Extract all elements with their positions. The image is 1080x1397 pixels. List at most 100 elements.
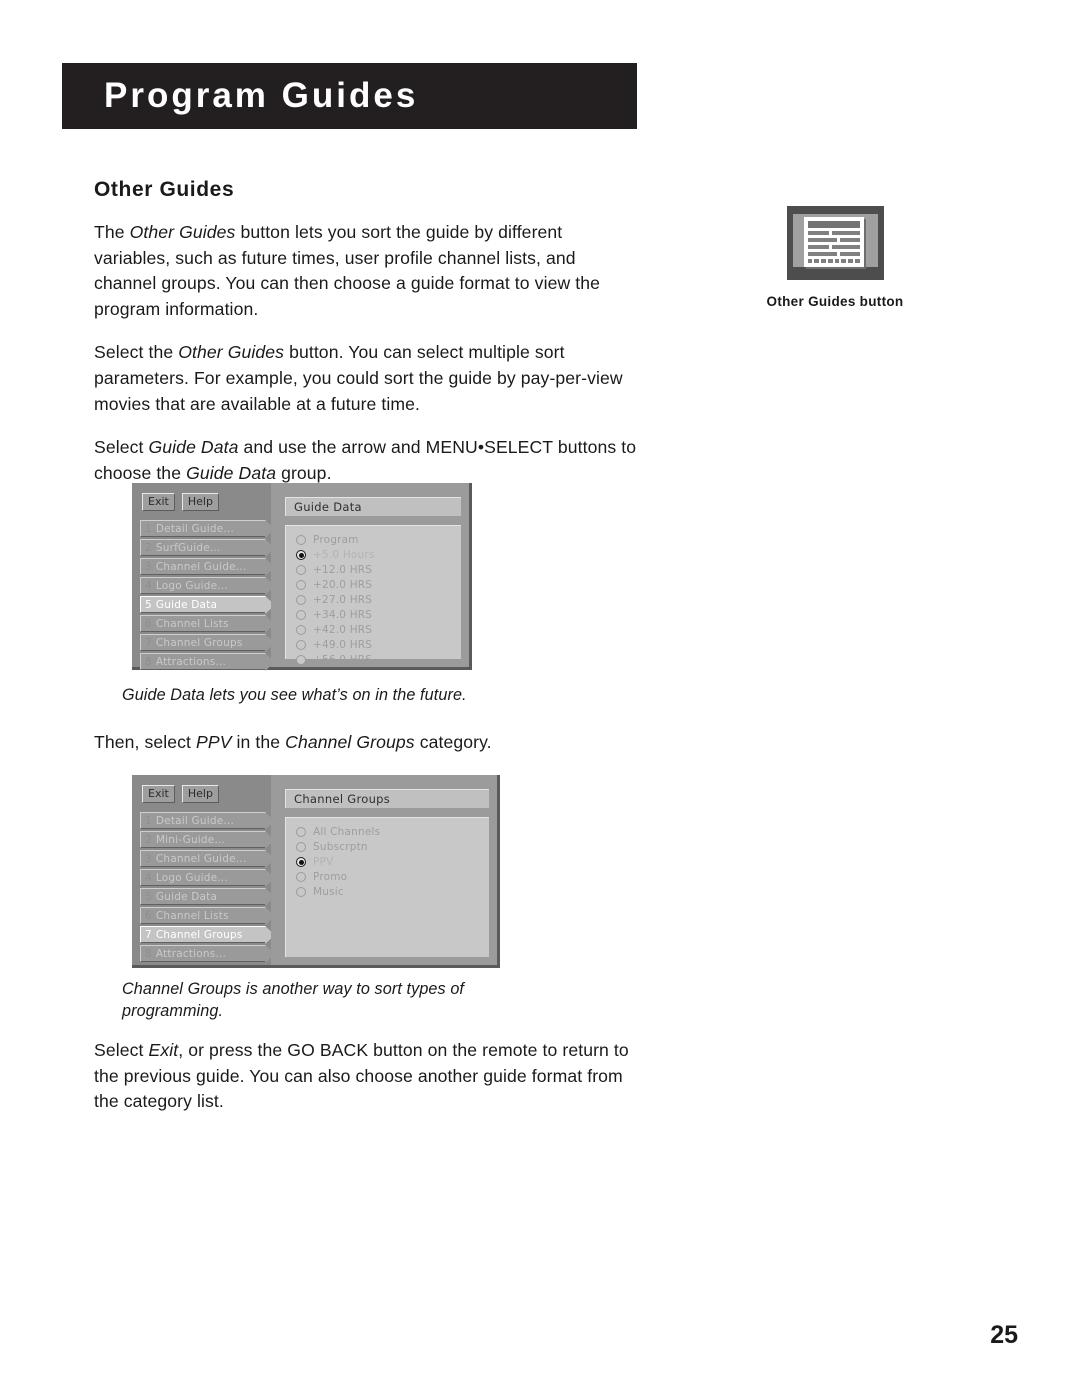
- radio-unselected-icon[interactable]: [296, 655, 306, 666]
- tv-menu-item-label: Guide Data: [155, 598, 218, 611]
- p5-text-a: Select: [94, 1040, 149, 1060]
- tv-menu-item-attractions[interactable]: 8 Attractions...: [140, 653, 275, 671]
- tv-menu-item-channel-lists[interactable]: 6 Channel Lists: [140, 615, 275, 633]
- tv-menu-item-label: Channel Lists: [155, 909, 229, 922]
- page-number: 25: [990, 1321, 1018, 1349]
- tv-menu-item-label: Attractions...: [155, 655, 227, 668]
- tv-menu-item-logo-guide[interactable]: 4 Logo Guide...: [140, 869, 275, 887]
- tv-menu-item-detail-guide[interactable]: 1 Detail Guide...: [140, 812, 275, 830]
- paragraph-1: The Other Guides button lets you sort th…: [94, 220, 639, 322]
- icon-dot-row: [807, 259, 860, 263]
- tv-radio-option[interactable]: +20.0 HRS: [296, 578, 461, 593]
- tv-menu-item-channel-groups[interactable]: 7 Channel Groups: [140, 634, 275, 652]
- tv-radio-option[interactable]: Promo: [296, 870, 489, 885]
- p1-emphasis: Other Guides: [129, 222, 236, 242]
- p3-emphasis-2: Guide Data: [186, 462, 277, 483]
- tv-menu-item-channel-guide[interactable]: 3 Channel Guide...: [140, 558, 275, 576]
- tv-menu-item-number: 4: [145, 871, 152, 884]
- p2-text-a: Select the: [94, 342, 179, 363]
- tv-menu-item-channel-groups[interactable]: 7 Channel Groups: [140, 926, 275, 944]
- radio-selected-icon[interactable]: [296, 857, 306, 868]
- tv-topbar: Exit Help: [142, 785, 219, 803]
- tv-menu-item-number: 5: [145, 890, 152, 903]
- tv-menu-item-guide-data[interactable]: 5 Guide Data: [140, 888, 275, 906]
- screenshot-channel-groups-menu: Exit Help 1 Detail Guide... 2 Mini-Guide...…: [132, 775, 500, 968]
- tv-radio-option[interactable]: All Channels: [296, 825, 489, 840]
- icon-caption: Other Guides button: [766, 294, 904, 309]
- radio-unselected-icon[interactable]: [296, 595, 306, 606]
- tv-menu-item-label: Guide Data: [155, 890, 218, 903]
- tv-menu-item-label: Channel Groups: [155, 928, 243, 941]
- tv-menu-item-mini-guide[interactable]: 2 Mini-Guide...: [140, 831, 275, 849]
- tv-radio-option[interactable]: Program: [296, 533, 461, 548]
- tv-menu-item-surfguide[interactable]: 2 SurfGuide...: [140, 539, 275, 557]
- tv-menu-item-number: 2: [145, 541, 152, 554]
- tv-radio-option-label: +49.0 HRS: [313, 639, 373, 652]
- tv-radio-option[interactable]: PPV: [296, 855, 489, 870]
- tv-menu-item-label: Channel Lists: [155, 617, 229, 630]
- tv-right-pane: Guide Data Program +5.0 Hours +12.0 HRS +20…: [271, 483, 469, 667]
- tv-radio-option[interactable]: +12.0 HRS: [296, 563, 461, 578]
- radio-unselected-icon[interactable]: [296, 625, 306, 636]
- tv-menu-item-number: 1: [145, 522, 152, 535]
- tv-radio-option[interactable]: +27.0 HRS: [296, 593, 461, 608]
- tv-radio-option-label: +27.0 HRS: [313, 594, 373, 607]
- paragraph-5: Select Exit, or press the GO BACK button…: [94, 1038, 639, 1115]
- tv-radio-option[interactable]: +49.0 HRS: [296, 638, 461, 653]
- icon-bar: [839, 252, 860, 256]
- exit-button[interactable]: Exit: [142, 493, 175, 511]
- tv-radio-option[interactable]: Music: [296, 885, 489, 900]
- tv-radio-option[interactable]: +34.0 HRS: [296, 608, 461, 623]
- icon-bar: [807, 221, 860, 228]
- tv-menu-item-label: Mini-Guide...: [155, 833, 226, 846]
- tv-radio-option[interactable]: +42.0 HRS: [296, 623, 461, 638]
- icon-dot: [814, 259, 819, 263]
- exit-button[interactable]: Exit: [142, 785, 175, 803]
- radio-unselected-icon[interactable]: [296, 610, 306, 621]
- icon-bar: [831, 245, 860, 249]
- tv-menu-item-number: 6: [145, 617, 152, 630]
- tv-topbar: Exit Help: [142, 493, 219, 511]
- p4-text-a: Then, select: [94, 732, 197, 752]
- p4-emphasis-2: Channel Groups: [285, 732, 415, 752]
- tv-left-pane: Exit Help 1 Detail Guide... 2 Mini-Guide...…: [132, 775, 275, 965]
- radio-selected-icon[interactable]: [296, 550, 306, 561]
- tv-menu-item-label: Logo Guide...: [155, 579, 228, 592]
- radio-unselected-icon[interactable]: [296, 842, 306, 853]
- tv-radio-option-label: PPV: [313, 856, 334, 869]
- tv-menu-item-label: Logo Guide...: [155, 871, 228, 884]
- tv-radio-option-label: +12.0 HRS: [313, 564, 373, 577]
- tv-menu-item-number: 7: [145, 636, 152, 649]
- tv-menu-item-number: 2: [145, 833, 152, 846]
- tv-menu-item-number: 8: [145, 947, 152, 960]
- radio-unselected-icon[interactable]: [296, 640, 306, 651]
- other-guides-button-callout: Other Guides button: [735, 206, 935, 309]
- tv-radio-option[interactable]: Subscrptn: [296, 840, 489, 855]
- tv-menu-item-attractions[interactable]: 8 Attractions...: [140, 945, 275, 963]
- tv-radio-option-label: +56.0 HRS: [313, 654, 373, 667]
- radio-unselected-icon[interactable]: [296, 565, 306, 576]
- tv-menu-item-channel-lists[interactable]: 6 Channel Lists: [140, 907, 275, 925]
- radio-unselected-icon[interactable]: [296, 887, 306, 898]
- tv-radio-option[interactable]: +56.0 HRS: [296, 653, 461, 668]
- tv-menu-item-label: Detail Guide...: [155, 522, 235, 535]
- help-button[interactable]: Help: [181, 785, 219, 803]
- section-heading: Other Guides: [94, 178, 235, 201]
- tv-category-menu: 1 Detail Guide... 2 SurfGuide... 3 Channel Gu…: [140, 520, 275, 672]
- radio-unselected-icon[interactable]: [296, 827, 306, 838]
- radio-unselected-icon[interactable]: [296, 580, 306, 591]
- tv-menu-item-channel-guide[interactable]: 3 Channel Guide...: [140, 850, 275, 868]
- icon-dot: [834, 259, 840, 263]
- tv-menu-item-number: 6: [145, 909, 152, 922]
- other-guides-button-icon: [786, 206, 884, 280]
- radio-unselected-icon[interactable]: [296, 872, 306, 883]
- tv-radio-option[interactable]: +5.0 Hours: [296, 548, 461, 563]
- help-button[interactable]: Help: [181, 493, 219, 511]
- tv-menu-item-detail-guide[interactable]: 1 Detail Guide...: [140, 520, 275, 538]
- radio-unselected-icon[interactable]: [296, 535, 306, 546]
- tv-menu-item-guide-data[interactable]: 5 Guide Data: [140, 596, 275, 614]
- tv-menu-item-logo-guide[interactable]: 4 Logo Guide...: [140, 577, 275, 595]
- icon-dot: [807, 259, 813, 263]
- paragraph-3: Select Guide Data and use the arrow and …: [94, 435, 639, 486]
- p3-text-a: Select: [94, 437, 149, 458]
